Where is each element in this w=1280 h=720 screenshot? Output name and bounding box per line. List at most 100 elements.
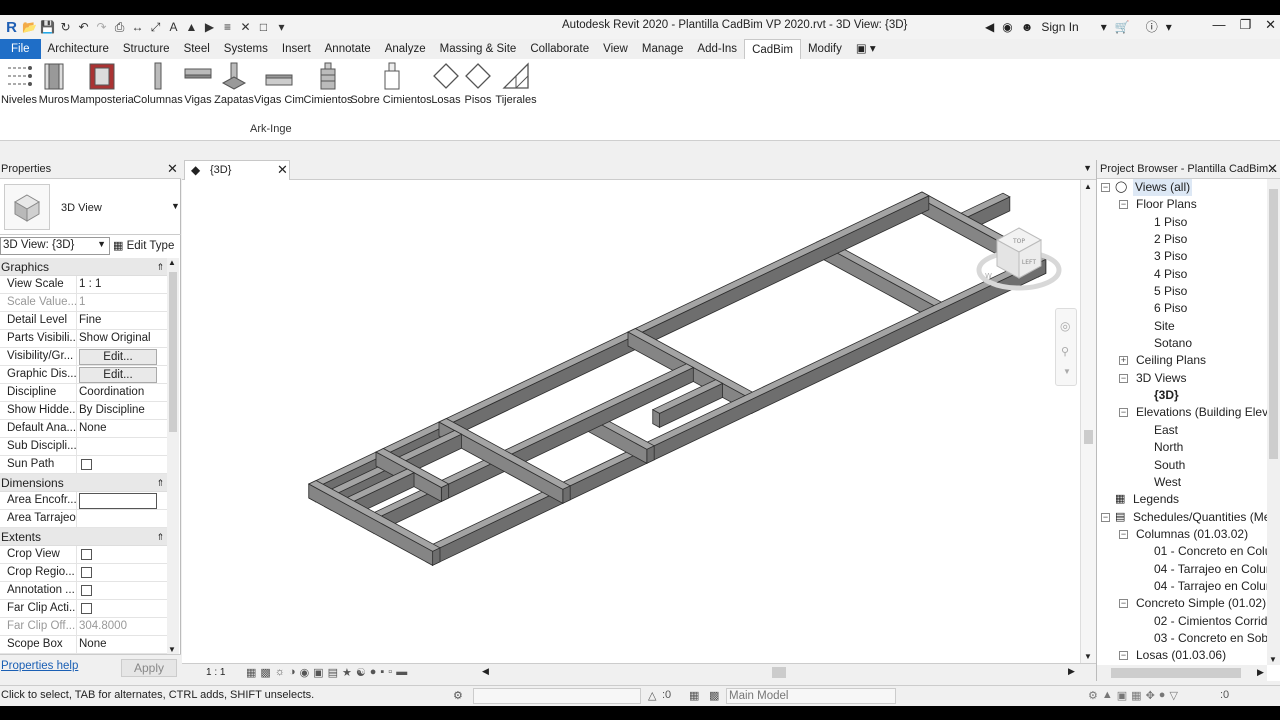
crop-view-icon[interactable]: ▣ <box>313 666 323 679</box>
redo-icon[interactable]: ↷ <box>94 20 109 35</box>
sign-in-link[interactable]: Sign In <box>1041 20 1078 34</box>
property-input[interactable] <box>79 493 157 509</box>
scroll-right-icon[interactable]: ▶ <box>1068 666 1075 677</box>
tab-massing-site[interactable]: Massing & Site <box>433 39 524 59</box>
chevron-down-icon[interactable]: ▼ <box>1063 367 1071 376</box>
scroll-down-icon[interactable]: ▼ <box>1084 652 1092 661</box>
collapse-icon[interactable]: − <box>1101 183 1110 192</box>
browser-node[interactable]: −3D Views <box>1097 370 1267 387</box>
steering-wheel-icon[interactable]: ◎ <box>1060 319 1070 333</box>
property-value[interactable]: None <box>79 638 107 650</box>
browser-node[interactable]: 04 - Tarrajeo en Colum <box>1097 578 1267 595</box>
model-select[interactable]: Main Model <box>726 688 896 704</box>
browser-node[interactable]: West <box>1097 474 1267 491</box>
filter-icon[interactable]: ▽ <box>1169 689 1177 702</box>
select-by-face-icon[interactable]: ▦ <box>1131 689 1141 702</box>
collapse-icon[interactable]: ⇑ <box>156 258 164 276</box>
minimize-icon[interactable]: — <box>1212 17 1225 33</box>
scroll-thumb[interactable] <box>1084 430 1093 444</box>
thin-lines-icon[interactable]: ≡ <box>220 20 235 35</box>
binoculars-icon[interactable]: ◉ <box>1002 20 1012 34</box>
property-group-extents[interactable]: Extents ⇑ <box>0 528 168 546</box>
collapse-icon[interactable]: − <box>1119 408 1128 418</box>
scroll-thumb[interactable] <box>169 272 177 432</box>
expand-icon[interactable]: + <box>1119 356 1128 366</box>
print-icon[interactable]: ⎙ <box>112 20 127 35</box>
close-hidden-icon[interactable]: ✕ <box>238 20 253 35</box>
shadows-icon[interactable]: ◑ <box>289 666 296 679</box>
tab-view[interactable]: View <box>596 39 635 59</box>
scroll-right-icon[interactable]: ▶ <box>1257 667 1264 678</box>
browser-node[interactable]: East <box>1097 422 1267 439</box>
tab-collaborate[interactable]: Collaborate <box>523 39 596 59</box>
tab-file[interactable]: File <box>0 39 41 59</box>
3d-view-icon[interactable]: ▲ <box>184 20 199 35</box>
collapse-icon[interactable]: − <box>1119 200 1128 210</box>
scroll-left-icon[interactable]: ◀ <box>482 666 489 677</box>
tab-annotate[interactable]: Annotate <box>318 39 378 59</box>
reveal-hidden-icon[interactable]: ● <box>370 666 377 679</box>
switch-windows-icon[interactable]: □ <box>256 20 271 35</box>
horizontal-scroll-thumb[interactable] <box>772 667 786 678</box>
property-checkbox[interactable] <box>81 567 92 578</box>
property-checkbox[interactable] <box>81 603 92 614</box>
editing-requests-icon[interactable]: ▩ <box>709 689 719 702</box>
property-value[interactable]: None <box>79 422 107 434</box>
scroll-down-icon[interactable]: ▼ <box>1269 655 1277 664</box>
browser-node[interactable]: 5 Piso <box>1097 283 1267 300</box>
tab-3d-view[interactable]: ◆ {3D} ✕ <box>184 160 290 180</box>
browser-node[interactable]: 02 - Cimientos Corrido <box>1097 613 1267 630</box>
scroll-up-icon[interactable]: ▲ <box>1084 182 1092 191</box>
property-value[interactable]: Coordination <box>79 386 144 398</box>
close-icon[interactable]: ✕ <box>1265 17 1276 33</box>
background-process-icon[interactable]: ● <box>1159 689 1166 702</box>
search-icon[interactable]: ◀ <box>985 20 994 34</box>
property-checkbox[interactable] <box>81 549 92 560</box>
property-value[interactable]: Fine <box>79 314 101 326</box>
tab-modify[interactable]: Modify <box>801 39 849 59</box>
select-links-icon[interactable]: ⚙ <box>1088 689 1098 702</box>
sync-icon[interactable]: ↻ <box>58 20 73 35</box>
property-checkbox[interactable] <box>81 459 92 470</box>
view-vertical-scrollbar[interactable]: ▲ ▼ <box>1080 180 1096 663</box>
workset-select[interactable] <box>473 688 641 704</box>
user-icon[interactable]: ☻ <box>1021 20 1034 34</box>
visual-style-icon[interactable]: ▩ <box>260 666 270 679</box>
property-edit-button[interactable]: Edit... <box>79 367 157 383</box>
browser-node[interactable]: 4 Piso <box>1097 266 1267 283</box>
scroll-up-icon[interactable]: ▲ <box>168 258 176 267</box>
show-crop-icon[interactable]: ▤ <box>328 666 338 679</box>
viewcube[interactable]: TOP LEFT W <box>975 222 1065 302</box>
worksharing-icon[interactable]: ▪ <box>380 666 384 679</box>
design-options-icon[interactable]: ▦ <box>689 689 699 702</box>
worksets-icon[interactable]: ⚙ <box>453 689 463 702</box>
browser-node[interactable]: 01 - Concreto en Colu <box>1097 543 1267 560</box>
help-icon[interactable]: ⓘ <box>1146 18 1158 35</box>
analytical-model-icon[interactable]: ▫ <box>388 666 392 679</box>
collapse-icon[interactable]: − <box>1119 373 1128 383</box>
collapse-icon[interactable]: ⇑ <box>156 528 164 546</box>
edit-type-button[interactable]: ▦ Edit Type <box>113 239 174 252</box>
chevron-down-icon[interactable]: ▼ <box>171 201 180 211</box>
apply-button[interactable]: Apply <box>121 659 177 677</box>
scroll-thumb[interactable] <box>1269 189 1278 459</box>
tab-manage[interactable]: Manage <box>635 39 691 59</box>
tab-analyze[interactable]: Analyze <box>378 39 433 59</box>
viewcube-left-label[interactable]: LEFT <box>1022 259 1036 266</box>
chevron-down-icon[interactable]: ▾ <box>1101 20 1107 34</box>
tab-structure[interactable]: Structure <box>116 39 177 59</box>
property-value[interactable]: By Discipline <box>79 404 145 416</box>
3d-view-canvas[interactable]: TOP LEFT W ◎ ⚲ ▼ <box>182 180 1080 663</box>
foundation-model[interactable] <box>182 180 1080 663</box>
save-icon[interactable]: 💾 <box>40 20 55 35</box>
type-selector[interactable]: 3D View ▼ <box>0 179 181 235</box>
section-icon[interactable]: ▶ <box>202 20 217 35</box>
scroll-thumb[interactable] <box>1111 668 1241 678</box>
dimension-icon[interactable]: ⤢ <box>148 20 163 35</box>
browser-node[interactable]: Sotano <box>1097 335 1267 352</box>
browser-vertical-scrollbar[interactable]: ▼ <box>1267 179 1280 665</box>
constraints-icon[interactable]: ▬ <box>396 666 407 679</box>
browser-node[interactable]: Site <box>1097 318 1267 335</box>
property-value[interactable]: 1 : 1 <box>79 278 101 290</box>
close-icon[interactable]: ✕ <box>167 161 178 177</box>
